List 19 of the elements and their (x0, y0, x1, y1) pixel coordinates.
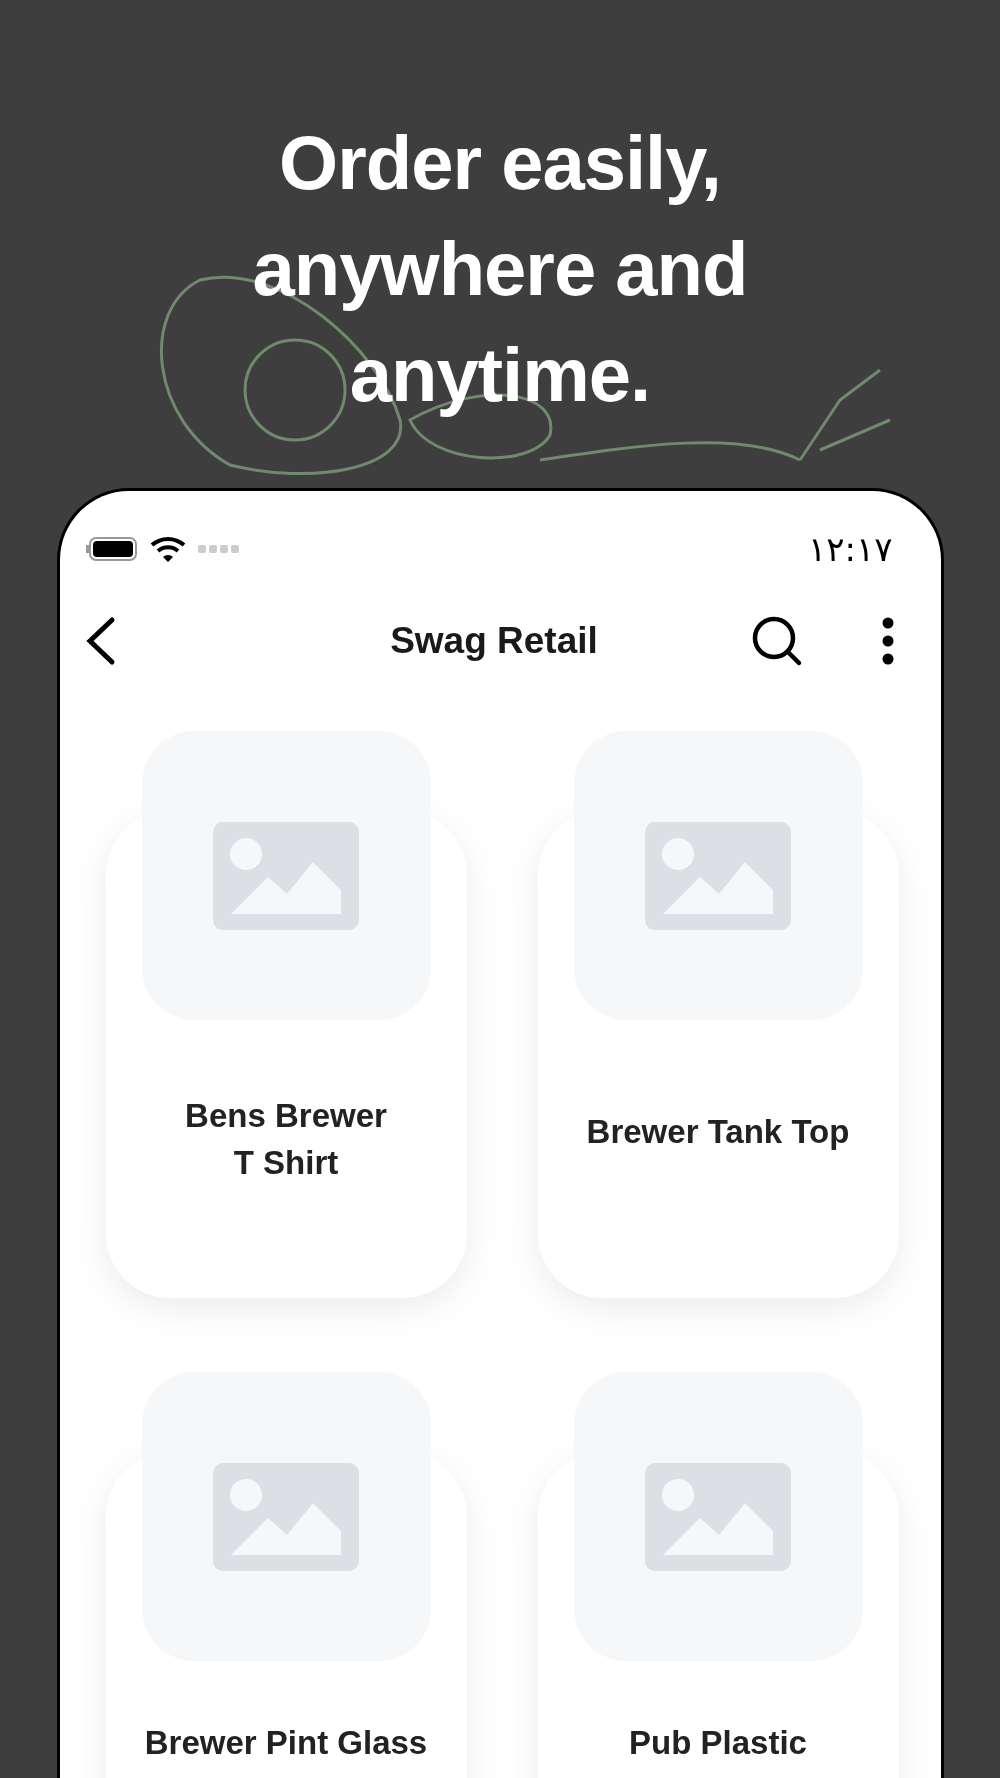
product-name: Brewer Pint Glass (144, 1723, 428, 1763)
battery-icon (85, 536, 138, 562)
product-card[interactable]: Bens Brewer T Shirt (105, 731, 467, 1298)
headline: Order easily, (278, 119, 722, 207)
image-icon (645, 821, 791, 930)
image-icon (213, 1462, 359, 1571)
headline: anywhere and (252, 225, 748, 313)
image-icon (645, 1462, 791, 1571)
more-icon[interactable] (880, 617, 895, 665)
image-icon (213, 821, 359, 930)
wifi-icon (149, 535, 186, 563)
product-name: Pub Plastic (629, 1723, 807, 1763)
status-time: ۱۲:۱۷ (808, 529, 893, 569)
screen-title: Swag Retail (389, 620, 599, 662)
product-name: Bens Brewer T Shirt (185, 1096, 387, 1183)
headline: anytime. (348, 331, 652, 419)
product-name: Brewer Tank Top (586, 1112, 850, 1152)
product-card[interactable]: Brewer Tank Top (537, 731, 899, 1298)
signal-icon (197, 544, 240, 554)
